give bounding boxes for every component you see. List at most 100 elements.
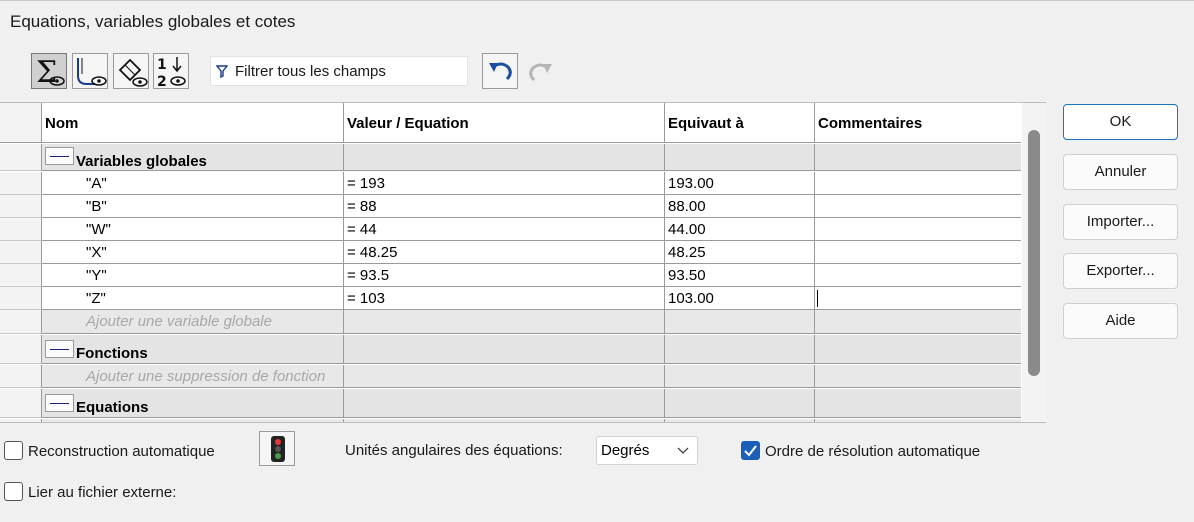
variable-comment[interactable] — [814, 241, 1021, 263]
add-variable-row[interactable]: Ajouter une variable globale — [42, 310, 1021, 334]
sigma-eye-icon-button[interactable]: Σ — [31, 53, 67, 90]
variable-value[interactable]: = 44 — [343, 218, 664, 240]
variable-comment[interactable] — [814, 264, 1021, 286]
filter-input[interactable]: Filtrer tous les champs — [210, 56, 468, 86]
variable-name[interactable]: "Y" — [42, 264, 343, 286]
group-row-functions[interactable]: Fonctions — [42, 335, 1021, 364]
dimension-eye-icon — [118, 58, 148, 87]
column-header-result[interactable]: Equivaut à — [664, 103, 814, 143]
column-header-value[interactable]: Valeur / Equation — [343, 103, 664, 143]
variable-result: 193.00 — [664, 172, 814, 194]
row-header[interactable] — [0, 389, 42, 418]
variable-name[interactable]: "A" — [42, 172, 343, 194]
add-equation-row[interactable] — [42, 419, 1021, 422]
variable-name[interactable]: "B" — [42, 195, 343, 217]
group-cell — [664, 144, 814, 170]
import-button[interactable]: Importer... — [1063, 204, 1178, 240]
add-row-cell — [343, 365, 664, 387]
group-cell — [814, 389, 1021, 417]
row-header[interactable] — [0, 218, 42, 241]
equations-table: Nom Valeur / Equation Equivaut à Comment… — [0, 102, 1046, 423]
variable-comment[interactable] — [814, 195, 1021, 217]
collapse-icon[interactable] — [45, 340, 74, 358]
group-row-equations[interactable]: Equations — [42, 389, 1021, 418]
undo-icon — [489, 62, 512, 81]
variable-name[interactable]: "W" — [42, 218, 343, 240]
variable-comment[interactable] — [814, 218, 1021, 240]
chevron-down-icon — [677, 447, 689, 454]
table-header: Nom Valeur / Equation Equivaut à Comment… — [42, 103, 1021, 143]
group-cell — [664, 335, 814, 363]
table-row[interactable]: "A" = 193 193.00 — [42, 172, 1021, 195]
checkmark-icon — [744, 445, 757, 457]
group-cell — [343, 335, 664, 363]
row-header[interactable] — [0, 241, 42, 264]
column-header-comments[interactable]: Commentaires — [814, 103, 1021, 143]
cancel-button[interactable]: Annuler — [1063, 154, 1178, 190]
ordered-view-eye-button[interactable]: 1 2 — [153, 53, 189, 90]
help-button[interactable]: Aide — [1063, 303, 1178, 339]
add-row-cell — [814, 419, 1021, 422]
auto-solve-order-checkbox[interactable] — [741, 441, 760, 460]
collapse-icon[interactable] — [45, 147, 74, 165]
scrollbar-thumb[interactable] — [1028, 130, 1040, 376]
table-row[interactable]: "Y" = 93.5 93.50 — [42, 264, 1021, 287]
add-row-cell — [814, 365, 1021, 387]
variable-value[interactable]: = 103 — [343, 287, 664, 309]
sigma-eye-icon: Σ — [36, 55, 65, 90]
auto-rebuild-checkbox[interactable] — [4, 441, 23, 460]
row-header[interactable] — [0, 365, 42, 388]
group-title-cell: Fonctions — [42, 335, 343, 363]
rebuild-status-button[interactable] — [259, 431, 295, 466]
dimension-eye-button[interactable] — [113, 53, 149, 89]
angular-units-label: Unités angulaires des équations: — [345, 442, 563, 459]
row-header[interactable] — [0, 172, 42, 195]
svg-text:1: 1 — [157, 57, 167, 73]
add-global-variable[interactable]: Ajouter une variable globale — [42, 310, 343, 333]
variable-name[interactable]: "Z" — [42, 287, 343, 309]
redo-button[interactable] — [524, 55, 556, 87]
add-equation[interactable] — [42, 419, 343, 422]
collapse-icon[interactable] — [45, 394, 74, 412]
row-header[interactable] — [0, 287, 42, 310]
variable-comment-cell[interactable] — [814, 287, 1021, 309]
column-header-name[interactable]: Nom — [42, 103, 343, 143]
sketch-dimension-eye-button[interactable] — [72, 53, 108, 89]
variable-name[interactable]: "X" — [42, 241, 343, 263]
filter-icon — [216, 65, 228, 78]
group-row-global-variables[interactable]: Variables globales — [42, 144, 1021, 171]
table-row[interactable]: "Z" = 103 103.00 — [42, 287, 1021, 310]
add-function-row[interactable]: Ajouter une suppression de fonction — [42, 365, 1021, 388]
table-row[interactable]: "W" = 44 44.00 — [42, 218, 1021, 241]
variable-comment[interactable] — [814, 172, 1021, 194]
export-button[interactable]: Exporter... — [1063, 253, 1178, 289]
group-title-cell: Equations — [42, 389, 343, 417]
row-header[interactable] — [0, 310, 42, 334]
add-row-cell — [664, 310, 814, 333]
variable-value[interactable]: = 93.5 — [343, 264, 664, 286]
variable-value[interactable]: = 48.25 — [343, 241, 664, 263]
variable-value[interactable]: = 193 — [343, 172, 664, 194]
angular-units-select[interactable]: Degrés — [596, 436, 698, 465]
auto-rebuild-label: Reconstruction automatique — [28, 443, 215, 460]
row-header[interactable] — [0, 264, 42, 287]
row-header[interactable] — [0, 335, 42, 364]
row-header[interactable] — [0, 419, 42, 422]
variable-result: 44.00 — [664, 218, 814, 240]
row-header[interactable] — [0, 144, 42, 171]
variable-result: 103.00 — [664, 287, 814, 309]
group-cell — [814, 335, 1021, 363]
filter-placeholder: Filtrer tous les champs — [235, 63, 386, 80]
group-cell — [814, 144, 1021, 170]
svg-text:2: 2 — [157, 74, 167, 90]
table-row[interactable]: "X" = 48.25 48.25 — [42, 241, 1021, 264]
group-title: Equations — [76, 399, 149, 416]
add-function-suppression[interactable]: Ajouter une suppression de fonction — [42, 365, 343, 387]
undo-button[interactable] — [482, 53, 518, 89]
add-row-cell — [664, 365, 814, 387]
table-row[interactable]: "B" = 88 88.00 — [42, 195, 1021, 218]
ok-button[interactable]: OK — [1063, 104, 1178, 140]
row-header[interactable] — [0, 195, 42, 218]
variable-value[interactable]: = 88 — [343, 195, 664, 217]
link-external-file-checkbox[interactable] — [4, 482, 23, 501]
